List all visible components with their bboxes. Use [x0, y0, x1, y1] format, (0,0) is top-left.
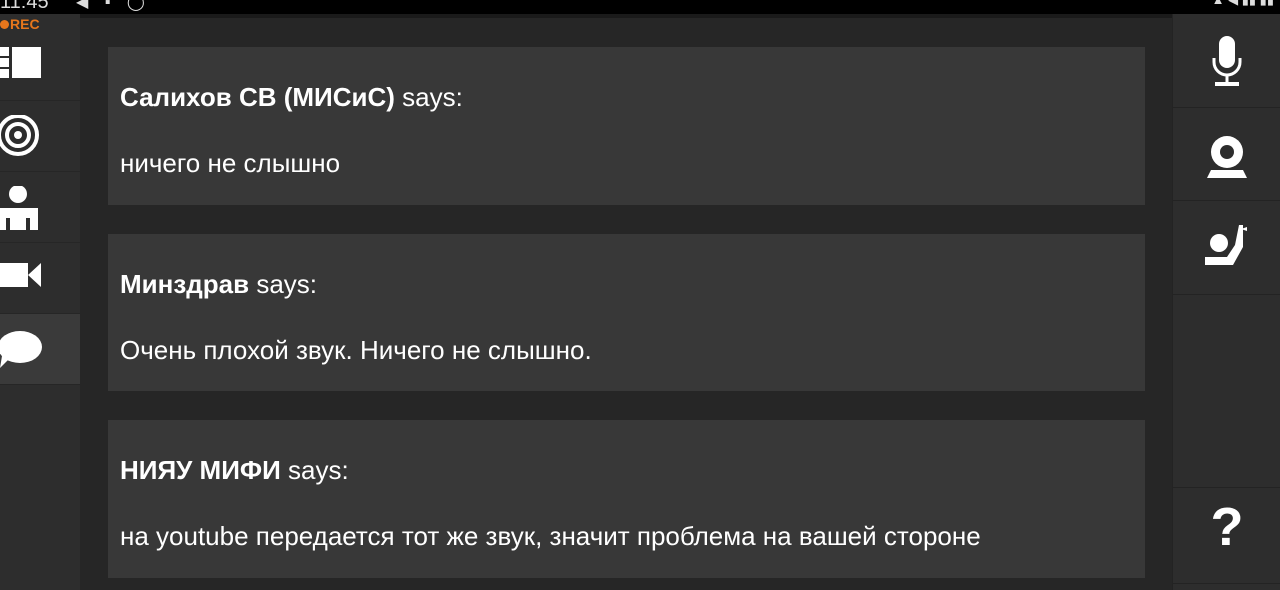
message-author: Минздрав [120, 269, 250, 299]
sidebar-video-button[interactable] [0, 243, 80, 314]
record-dot-icon [0, 20, 9, 29]
says-label: says: [288, 455, 349, 485]
sidebar-chat-button[interactable] [0, 314, 80, 385]
help-button[interactable]: ? [1173, 487, 1280, 584]
message-text: ничего не слышно [120, 148, 341, 178]
sidebar-target-button[interactable] [0, 101, 80, 172]
says-label: says: [402, 82, 463, 112]
message-header: НИЯУ МИФИ says: [120, 455, 349, 486]
message-header: Минздрав says: [120, 269, 317, 300]
target-icon [0, 115, 39, 156]
chat-bubble-icon [0, 331, 42, 368]
message-author: Салихов СВ (МИСиС) [120, 82, 395, 112]
help-icon: ? [1210, 497, 1244, 557]
layout-icon [0, 47, 41, 78]
video-camera-icon [0, 263, 41, 287]
raise-hand-icon [1205, 225, 1247, 265]
chat-message: Минздрав says: Очень плохой звук. Ничего… [108, 234, 1145, 391]
says-label: says: [256, 269, 318, 299]
message-text: Очень плохой звук. Ничего не слышно. [120, 335, 592, 365]
microphone-icon [1212, 36, 1242, 86]
sidebar-participants-button[interactable] [0, 172, 80, 243]
chat-message: НИЯУ МИФИ says: на youtube передается то… [108, 420, 1145, 578]
webcam-icon [1207, 136, 1247, 178]
left-sidebar: REC [0, 14, 80, 590]
message-author: НИЯУ МИФИ [120, 455, 281, 485]
right-toolbar: ? [1172, 14, 1280, 590]
notification-icons: ◀ ▪ ◯ [76, 0, 151, 11]
divider [80, 14, 1172, 18]
system-icons: ▲ ◀ ▮▮ ▮▮ [1212, 0, 1274, 8]
microphone-button[interactable] [1173, 14, 1280, 108]
message-header: Салихов СВ (МИСиС) says: [120, 82, 463, 113]
status-time: 11:45 [0, 0, 49, 13]
status-bar: 11:45 ◀ ▪ ◯ ▲ ◀ ▮▮ ▮▮ [0, 0, 1280, 14]
webcam-button[interactable] [1173, 108, 1280, 201]
user-icon [0, 186, 38, 230]
chat-panel: Салихов СВ (МИСиС) says: ничего не слышн… [80, 14, 1172, 590]
message-text: на youtube передается тот же звук, значи… [120, 521, 981, 551]
raise-hand-button[interactable] [1173, 201, 1280, 295]
sidebar-layout-button[interactable] [0, 30, 80, 101]
chat-message: Салихов СВ (МИСиС) says: ничего не слышн… [108, 47, 1145, 205]
